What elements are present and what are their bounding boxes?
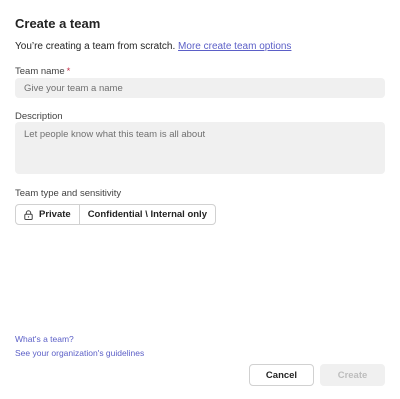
- more-create-team-options-link[interactable]: More create team options: [178, 41, 291, 52]
- lock-icon: [24, 209, 33, 220]
- privacy-selector[interactable]: Private: [16, 205, 79, 224]
- cancel-button[interactable]: Cancel: [249, 364, 314, 386]
- privacy-label: Private: [39, 209, 71, 220]
- team-name-label-row: Team name *: [15, 66, 70, 77]
- whats-a-team-link[interactable]: What's a team?: [15, 334, 74, 344]
- description-textarea[interactable]: [15, 122, 385, 174]
- team-type-selector[interactable]: Private Confidential \ Internal only: [15, 204, 216, 225]
- create-button[interactable]: Create: [320, 364, 385, 386]
- team-name-input[interactable]: [15, 78, 385, 98]
- required-marker: *: [66, 66, 71, 77]
- intro-text-row: You’re creating a team from scratch. Mor…: [15, 41, 291, 52]
- intro-text: You’re creating a team from scratch.: [15, 41, 176, 52]
- sensitivity-selector[interactable]: Confidential \ Internal only: [78, 205, 215, 224]
- create-team-dialog: Create a team You’re creating a team fro…: [0, 0, 400, 399]
- description-label: Description: [15, 111, 63, 122]
- dialog-title: Create a team: [15, 16, 101, 31]
- team-name-label: Team name: [15, 66, 65, 77]
- sensitivity-label: Confidential \ Internal only: [87, 209, 207, 220]
- team-type-label: Team type and sensitivity: [15, 188, 122, 199]
- org-guidelines-link[interactable]: See your organization's guidelines: [15, 348, 144, 358]
